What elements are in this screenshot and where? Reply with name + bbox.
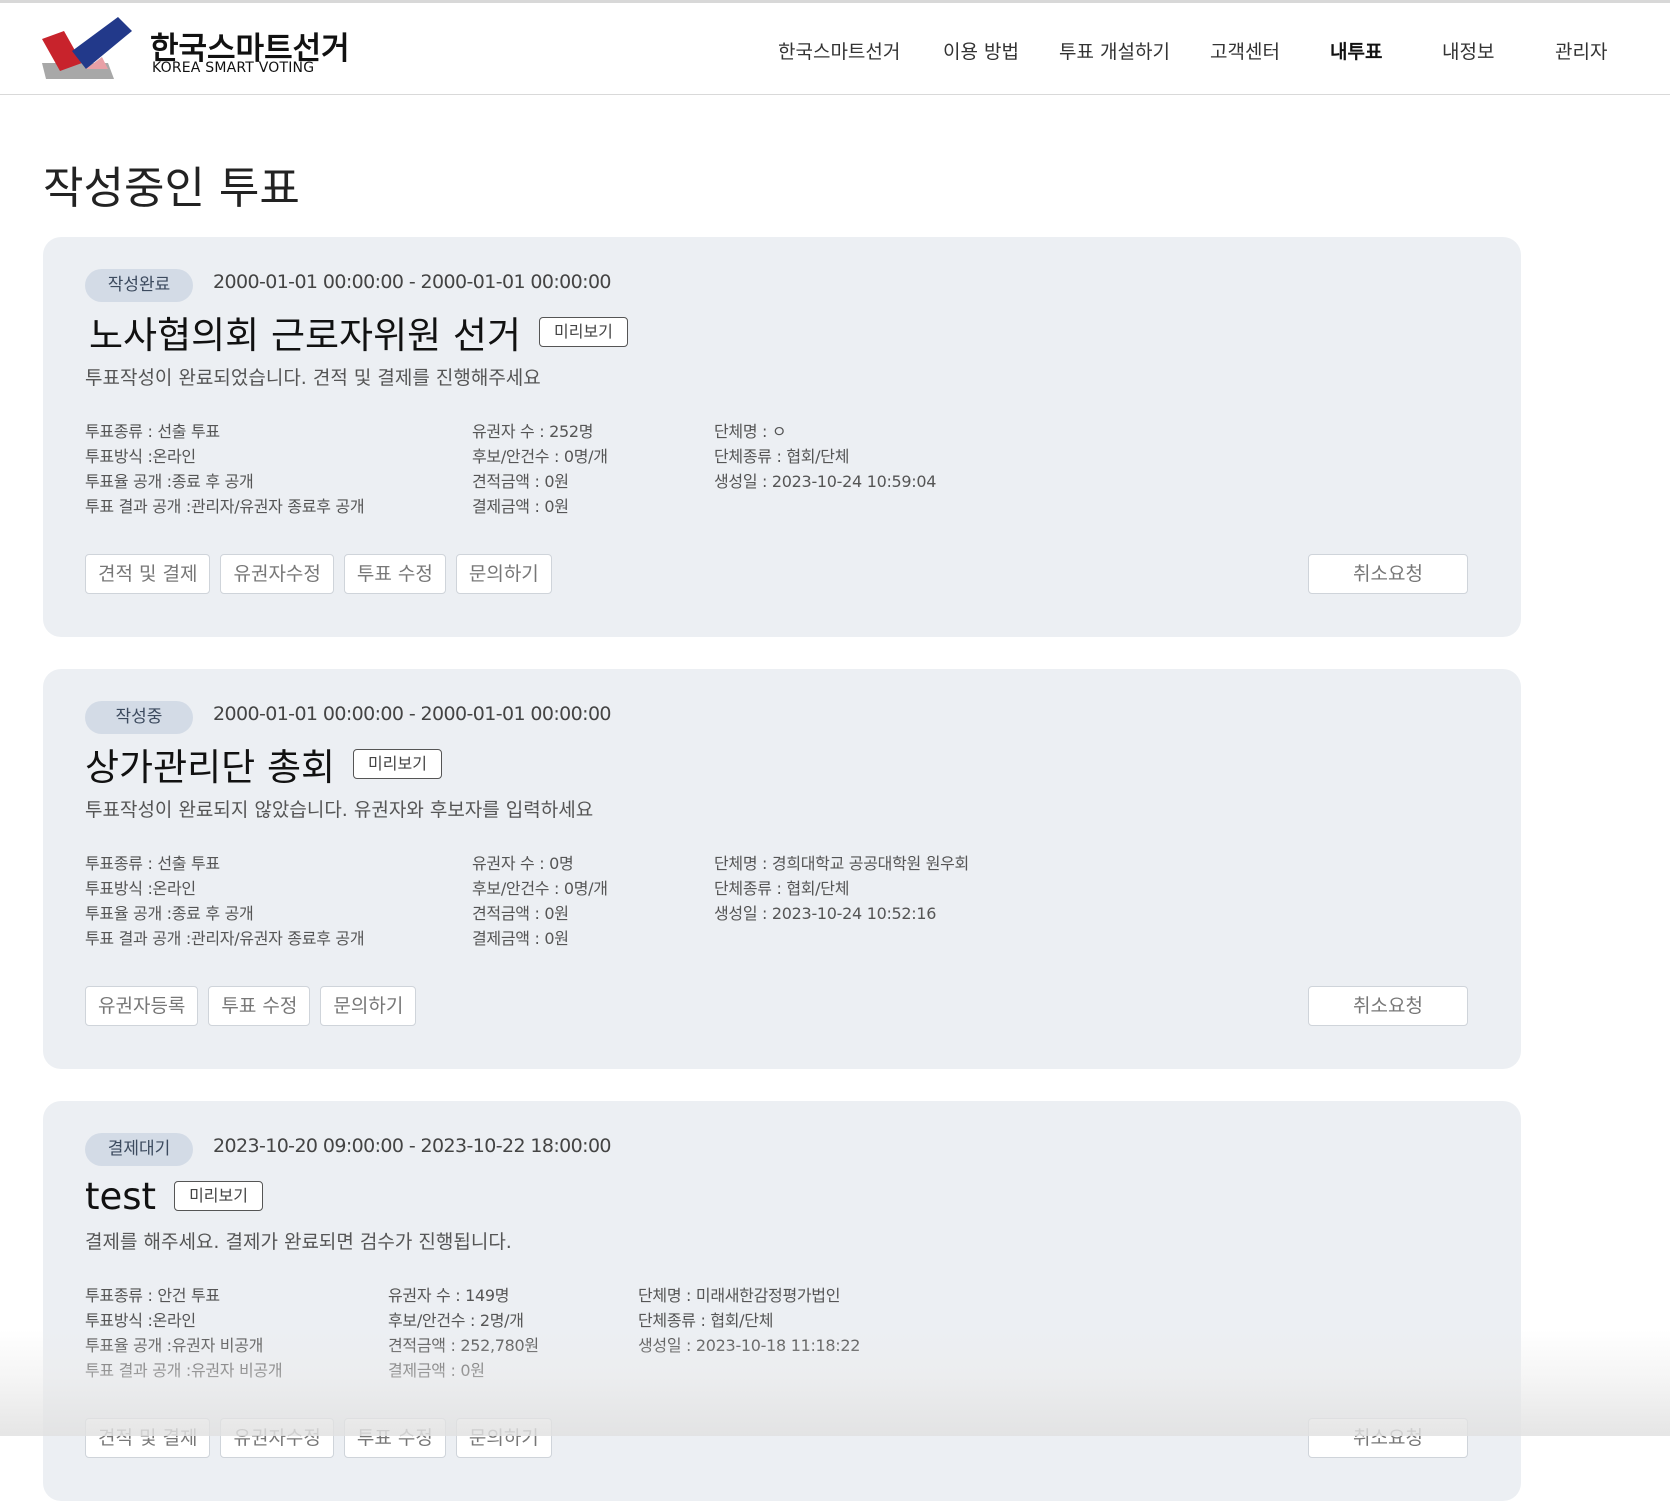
edit-vote-button[interactable]: 투표 수정 <box>343 1418 446 1458</box>
vote-status-description: 투표작성이 완료되지 않았습니다. 유권자와 후보자를 입력하세요 <box>85 799 594 821</box>
nav-item-how-to-use[interactable]: 이용 방법 <box>943 37 1019 64</box>
vote-status-description: 결제를 해주세요. 결제가 완료되면 검수가 진행됩니다. <box>85 1231 512 1253</box>
info-vote-method: 투표방식 :온라인 <box>85 447 196 466</box>
vote-info-column: 투표종류 : 선출 투표 투표방식 :온라인 투표율 공개 :종료 후 공개 투… <box>85 419 365 519</box>
nav-item-admin[interactable]: 관리자 <box>1555 37 1607 64</box>
vote-title: 노사협의회 근로자위원 선거 <box>89 314 522 357</box>
nav-item-my-votes[interactable]: 내투표 <box>1330 37 1382 64</box>
edit-voters-button[interactable]: 유권자수정 <box>220 554 334 594</box>
vote-info-column: 유권자 수 : 0명 후보/안건수 : 0명/개 견적금액 : 0원 결제금액 … <box>472 851 608 951</box>
vote-info-column: 단체명 : 미래새한감정평가법인 단체종류 : 협회/단체 생성일 : 2023… <box>638 1283 860 1358</box>
info-voter-count: 유권자 수 : 0명 <box>472 854 574 873</box>
vote-title-row: 노사협의회 근로자위원 선거 미리보기 <box>85 307 628 357</box>
cancel-request-button[interactable]: 취소요청 <box>1308 1418 1468 1458</box>
preview-button[interactable]: 미리보기 <box>174 1181 263 1211</box>
edit-vote-button[interactable]: 투표 수정 <box>343 554 446 594</box>
vote-card: 작성중 2000-01-01 00:00:00 - 2000-01-01 00:… <box>43 669 1521 1069</box>
inquiry-button[interactable]: 문의하기 <box>455 1418 552 1458</box>
edit-vote-button[interactable]: 투표 수정 <box>208 986 311 1026</box>
card-actions: 유권자등록 투표 수정 문의하기 <box>85 986 417 1026</box>
page-title: 작성중인 투표 <box>43 163 300 214</box>
info-paid-amount: 결제금액 : 0원 <box>472 929 569 948</box>
cancel-request-button[interactable]: 취소요청 <box>1308 986 1468 1026</box>
info-vote-type: 투표종류 : 안건 투표 <box>85 1286 220 1305</box>
info-quote-amount: 견적금액 : 0원 <box>472 472 569 491</box>
info-quote-amount: 견적금액 : 0원 <box>472 904 569 923</box>
vote-info-column: 유권자 수 : 149명 후보/안건수 : 2명/개 견적금액 : 252,78… <box>388 1283 539 1383</box>
vote-card: 작성완료 2000-01-01 00:00:00 - 2000-01-01 00… <box>43 237 1521 637</box>
info-organization-type: 단체종류 : 협회/단체 <box>638 1311 774 1330</box>
preview-button[interactable]: 미리보기 <box>353 749 442 779</box>
info-organization-name: 단체명 : ㅇ <box>714 422 787 441</box>
info-vote-type: 투표종류 : 선출 투표 <box>85 422 220 441</box>
vote-title-row: test 미리보기 <box>85 1171 263 1221</box>
info-result-disclosure: 투표 결과 공개 :유권자 비공개 <box>85 1361 283 1380</box>
info-organization-type: 단체종류 : 협회/단체 <box>714 879 850 898</box>
status-badge: 작성중 <box>85 701 193 734</box>
card-actions: 견적 및 결제 유권자수정 투표 수정 문의하기 <box>85 554 552 594</box>
vote-period: 2000-01-01 00:00:00 - 2000-01-01 00:00:0… <box>213 271 612 293</box>
info-quote-amount: 견적금액 : 252,780원 <box>388 1336 539 1355</box>
info-candidate-count: 후보/안건수 : 0명/개 <box>472 447 608 466</box>
vote-card: 결제대기 2023-10-20 09:00:00 - 2023-10-22 18… <box>43 1101 1521 1501</box>
info-organization-type: 단체종류 : 협회/단체 <box>714 447 850 466</box>
cancel-request-button[interactable]: 취소요청 <box>1308 554 1468 594</box>
info-turnout-disclosure: 투표율 공개 :종료 후 공개 <box>85 904 254 923</box>
info-result-disclosure: 투표 결과 공개 :관리자/유권자 종료후 공개 <box>85 929 365 948</box>
vote-info-column: 단체명 : 경희대학교 공공대학원 원우회 단체종류 : 협회/단체 생성일 :… <box>714 851 969 926</box>
vote-status-description: 투표작성이 완료되었습니다. 견적 및 결제를 진행해주세요 <box>85 367 541 389</box>
info-organization-name: 단체명 : 경희대학교 공공대학원 원우회 <box>714 854 969 873</box>
main-nav: 한국스마트선거 이용 방법 투표 개설하기 고객센터 내투표 내정보 관리자 <box>0 37 1670 67</box>
register-voters-button[interactable]: 유권자등록 <box>85 986 199 1026</box>
info-voter-count: 유권자 수 : 252명 <box>472 422 594 441</box>
info-vote-method: 투표방식 :온라인 <box>85 879 196 898</box>
card-actions: 견적 및 결제 유권자수정 투표 수정 문의하기 <box>85 1418 552 1458</box>
vote-info-column: 투표종류 : 선출 투표 투표방식 :온라인 투표율 공개 :종료 후 공개 투… <box>85 851 365 951</box>
site-header: 한국스마트선거 KOREA SMART VOTING 한국스마트선거 이용 방법… <box>0 3 1670 95</box>
info-created-at: 생성일 : 2023-10-18 11:18:22 <box>638 1336 861 1355</box>
vote-info-column: 유권자 수 : 252명 후보/안건수 : 0명/개 견적금액 : 0원 결제금… <box>472 419 608 519</box>
vote-title: 상가관리단 총회 <box>85 746 336 789</box>
info-created-at: 생성일 : 2023-10-24 10:52:16 <box>714 904 937 923</box>
preview-button[interactable]: 미리보기 <box>539 317 628 347</box>
info-created-at: 생성일 : 2023-10-24 10:59:04 <box>714 472 937 491</box>
vote-title: test <box>85 1174 157 1218</box>
nav-item-create-vote[interactable]: 투표 개설하기 <box>1059 37 1170 64</box>
info-voter-count: 유권자 수 : 149명 <box>388 1286 510 1305</box>
info-paid-amount: 결제금액 : 0원 <box>472 497 569 516</box>
status-badge: 결제대기 <box>85 1133 193 1166</box>
nav-item-my-info[interactable]: 내정보 <box>1442 37 1494 64</box>
info-result-disclosure: 투표 결과 공개 :관리자/유권자 종료후 공개 <box>85 497 365 516</box>
nav-item-customer-center[interactable]: 고객센터 <box>1210 37 1280 64</box>
info-paid-amount: 결제금액 : 0원 <box>388 1361 485 1380</box>
inquiry-button[interactable]: 문의하기 <box>455 554 552 594</box>
vote-period: 2000-01-01 00:00:00 - 2000-01-01 00:00:0… <box>213 703 612 725</box>
edit-voters-button[interactable]: 유권자수정 <box>220 1418 334 1458</box>
inquiry-button[interactable]: 문의하기 <box>320 986 417 1026</box>
quote-and-payment-button[interactable]: 견적 및 결제 <box>85 554 211 594</box>
vote-info-column: 투표종류 : 안건 투표 투표방식 :온라인 투표율 공개 :유권자 비공개 투… <box>85 1283 283 1383</box>
info-vote-type: 투표종류 : 선출 투표 <box>85 854 220 873</box>
nav-item-home[interactable]: 한국스마트선거 <box>778 37 900 64</box>
info-candidate-count: 후보/안건수 : 0명/개 <box>472 879 608 898</box>
vote-title-row: 상가관리단 총회 미리보기 <box>85 739 442 789</box>
info-turnout-disclosure: 투표율 공개 :종료 후 공개 <box>85 472 254 491</box>
info-turnout-disclosure: 투표율 공개 :유권자 비공개 <box>85 1336 264 1355</box>
vote-info-column: 단체명 : ㅇ 단체종류 : 협회/단체 생성일 : 2023-10-24 10… <box>714 419 936 494</box>
info-vote-method: 투표방식 :온라인 <box>85 1311 196 1330</box>
status-badge: 작성완료 <box>85 269 193 302</box>
info-candidate-count: 후보/안건수 : 2명/개 <box>388 1311 524 1330</box>
vote-period: 2023-10-20 09:00:00 - 2023-10-22 18:00:0… <box>213 1135 612 1157</box>
info-organization-name: 단체명 : 미래새한감정평가법인 <box>638 1286 841 1305</box>
quote-and-payment-button[interactable]: 견적 및 결제 <box>85 1418 211 1458</box>
